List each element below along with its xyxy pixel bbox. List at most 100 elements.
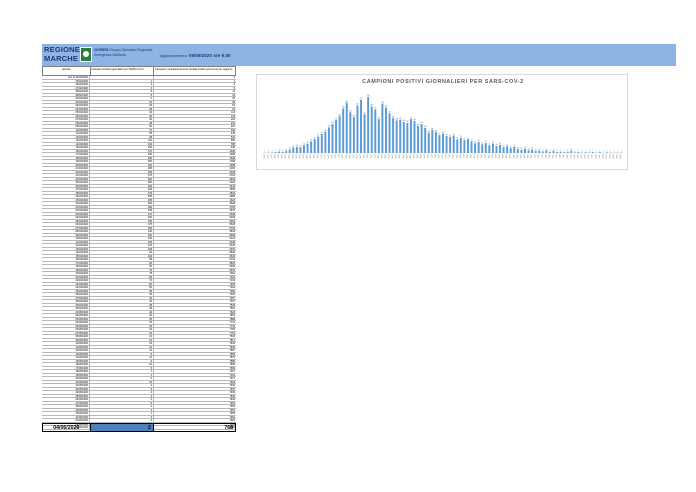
x-tick-label: 07/04 bbox=[413, 154, 415, 158]
row-daily: 35 bbox=[90, 317, 154, 320]
row-date: 15/03/2020 bbox=[42, 146, 90, 149]
bar-data-label: 2 bbox=[268, 151, 269, 153]
row-date: 22/04/2020 bbox=[42, 279, 90, 282]
bar-data-label: 42 bbox=[499, 143, 501, 145]
chart-bar bbox=[431, 130, 434, 153]
row-daily: 30 bbox=[90, 114, 154, 117]
row-cumulative: 6346 bbox=[229, 244, 235, 247]
x-tick-label: 11/05 bbox=[535, 154, 537, 158]
row-date: 24/03/2020 bbox=[42, 177, 90, 180]
row-daily: 8 bbox=[90, 93, 154, 96]
row-date: 30/03/2020 bbox=[42, 198, 90, 201]
chart-bar bbox=[438, 135, 441, 153]
row-daily: 6 bbox=[90, 97, 154, 100]
row-daily: 185 bbox=[90, 167, 154, 170]
row-date: 26/05/2020 bbox=[42, 398, 90, 401]
row-daily: 110 bbox=[90, 139, 154, 142]
row-daily: 88 bbox=[90, 258, 154, 261]
chart-bar bbox=[442, 133, 444, 154]
row-cumulative: 363 bbox=[230, 128, 235, 131]
chart-bar bbox=[381, 103, 384, 153]
x-tick-label: 15/05 bbox=[549, 154, 551, 158]
row-daily: 200 bbox=[90, 177, 154, 180]
x-tick-label: 10/03 bbox=[314, 154, 316, 158]
chart-bar bbox=[449, 137, 452, 153]
row-daily: 22 bbox=[90, 335, 154, 338]
row-cumulative: 5843 bbox=[229, 230, 235, 233]
x-tick-label: 01/06 bbox=[610, 154, 612, 158]
row-cumulative: 7054 bbox=[229, 272, 235, 275]
x-tick-label: 19/03 bbox=[346, 154, 348, 158]
row-daily: 190 bbox=[90, 153, 154, 156]
bar-data-label: 8 bbox=[279, 150, 280, 152]
x-tick-label: 22/04 bbox=[467, 154, 469, 158]
row-date: 14/03/2020 bbox=[42, 142, 90, 145]
row-date: 24/05/2020 bbox=[42, 391, 90, 394]
row-daily: 225 bbox=[90, 188, 154, 191]
row-date: 29/03/2020 bbox=[42, 195, 90, 198]
row-daily: 16 bbox=[90, 331, 154, 334]
chart-bar bbox=[481, 144, 484, 153]
row-date: 12/05/2020 bbox=[42, 349, 90, 352]
row-cumulative: 7885 bbox=[229, 359, 235, 362]
bar-data-label: 2 bbox=[596, 151, 597, 153]
row-daily: 92 bbox=[90, 251, 154, 254]
chart-bar bbox=[360, 99, 362, 153]
row-cumulative: 25 bbox=[232, 97, 235, 100]
row-cumulative: 53 bbox=[232, 104, 235, 107]
chart-bar bbox=[477, 141, 480, 153]
chart-bar bbox=[534, 151, 537, 153]
row-date: 04/04/2020 bbox=[42, 216, 90, 219]
chart-bar bbox=[374, 109, 377, 153]
x-tick-label: 30/05 bbox=[602, 154, 604, 158]
row-cumulative: 7895 bbox=[229, 363, 235, 366]
row-cumulative: 7845 bbox=[229, 345, 235, 348]
bar-data-label: 40 bbox=[488, 143, 490, 145]
header-band: REGIONE MARCHE GORES Gruppo Operativo Re… bbox=[42, 44, 676, 66]
chart-bar bbox=[513, 146, 516, 153]
total-daily: 2 bbox=[90, 424, 154, 431]
x-tick-label: 04/05 bbox=[510, 154, 512, 158]
bar-data-label: 155 bbox=[406, 121, 409, 123]
chart-bar bbox=[417, 125, 420, 154]
x-tick-label: 01/03 bbox=[282, 154, 284, 158]
table-body: fino al 24/02/2020 0 25/02/2020 1 1 26/02/202… bbox=[42, 76, 236, 430]
x-tick-label: 13/05 bbox=[542, 154, 544, 158]
row-cumulative: 291 bbox=[230, 125, 235, 128]
row-cumulative: 7545 bbox=[229, 303, 235, 306]
row-date: 10/04/2020 bbox=[42, 237, 90, 240]
row-cumulative: 7937 bbox=[229, 387, 235, 390]
row-daily: 50 bbox=[90, 286, 154, 289]
row-daily: 2 bbox=[90, 391, 154, 394]
col-header-date: periodo bbox=[43, 67, 91, 75]
x-tick-label: 17/04 bbox=[449, 154, 451, 158]
row-daily: 58 bbox=[90, 289, 154, 292]
chart-bar bbox=[338, 116, 341, 153]
row-daily: 25 bbox=[90, 321, 154, 324]
row-daily: 175 bbox=[90, 191, 154, 194]
update-value: 05/06/2020 ore 9.00 bbox=[188, 53, 231, 58]
row-cumulative: 7953 bbox=[229, 405, 235, 408]
x-tick-label: 04/04 bbox=[403, 154, 405, 158]
bar-data-label: 88 bbox=[446, 134, 448, 136]
bar-data-label: 82 bbox=[449, 135, 451, 137]
x-tick-label: 08/05 bbox=[524, 154, 526, 158]
row-daily: 2 bbox=[90, 83, 154, 86]
row-date: 07/04/2020 bbox=[42, 226, 90, 229]
row-cumulative: 6228 bbox=[229, 240, 235, 243]
row-cumulative: 6123 bbox=[229, 237, 235, 240]
row-daily: 82 bbox=[90, 261, 154, 264]
row-date: 07/03/2020 bbox=[42, 118, 90, 121]
row-daily: 90 bbox=[90, 265, 154, 268]
row-date: 01/03/2020 bbox=[42, 97, 90, 100]
row-daily: 150 bbox=[90, 146, 154, 149]
bar-data-label: 30 bbox=[503, 145, 505, 147]
x-tick-label: 06/04 bbox=[410, 154, 412, 158]
row-date: 25/03/2020 bbox=[42, 181, 90, 184]
bar-data-label: 210 bbox=[349, 111, 352, 113]
brand-line-2: MARCHE bbox=[44, 54, 79, 63]
bar-data-label: 5 bbox=[557, 150, 558, 152]
row-daily: 168 bbox=[90, 209, 154, 212]
bar-data-label: 10 bbox=[535, 149, 537, 151]
bar-data-label: 150 bbox=[420, 122, 423, 124]
